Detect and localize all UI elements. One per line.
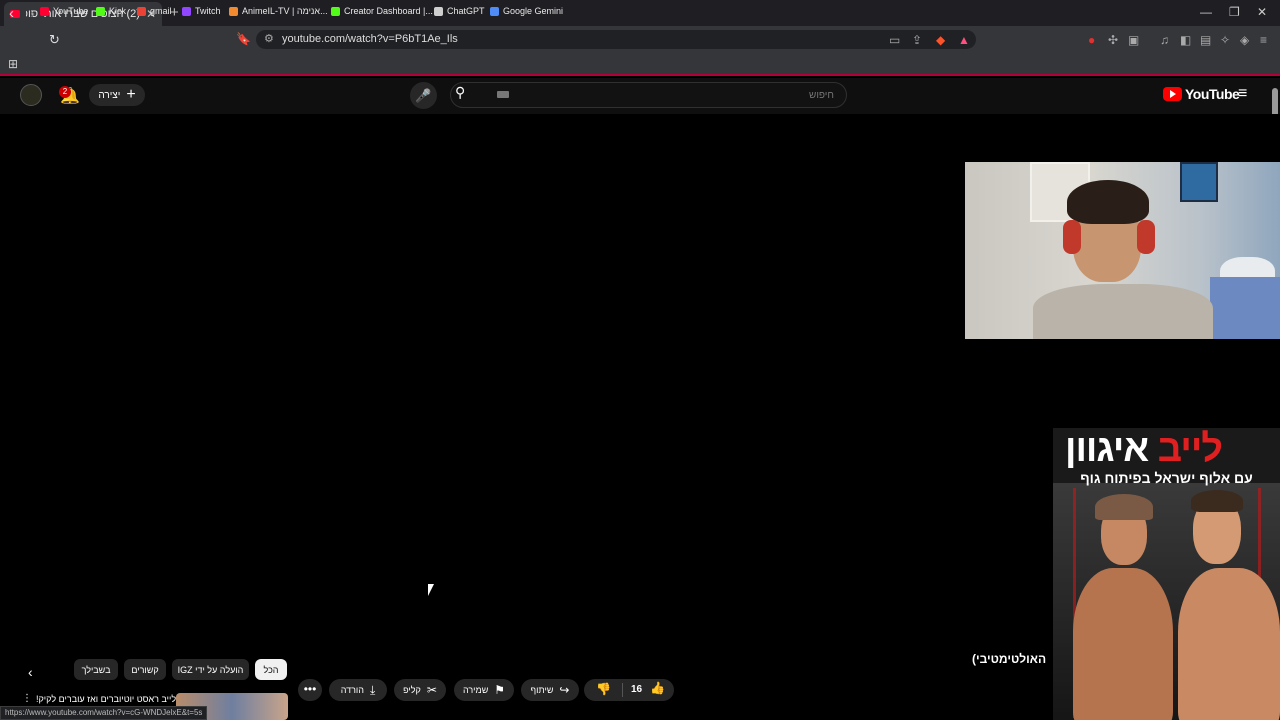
bookmark-creator-dashboard[interactable]: Creator Dashboard |...: [331, 6, 433, 16]
browser-menu-icon[interactable]: ≡: [1260, 33, 1267, 47]
brave-rewards-icon[interactable]: ▲: [958, 33, 970, 47]
window-close-icon[interactable]: ✕: [1257, 5, 1267, 19]
bookmark-kick[interactable]: Kick: [96, 6, 126, 16]
twitch-icon: [182, 6, 191, 16]
like-divider: [622, 683, 623, 697]
like-count[interactable]: 16: [631, 684, 642, 695]
keyboard-icon[interactable]: [497, 91, 509, 98]
create-label: יצירה: [98, 89, 121, 101]
bookmark-gmail[interactable]: gmail: [137, 6, 172, 16]
address-bar[interactable]: ⚙ youtube.com/watch?v=P6bT1Ae_Ils: [256, 30, 976, 49]
voice-search-icon[interactable]: 🎤: [410, 82, 437, 109]
search-input[interactable]: [490, 86, 840, 104]
youtube-icon: [40, 6, 49, 16]
create-button[interactable]: יצירה +: [89, 84, 145, 106]
ad-subtitle: עם אלוף ישראל בפיתוח גוף: [1080, 470, 1253, 486]
side-panel-icon[interactable]: ◧: [1180, 33, 1191, 47]
reload-icon[interactable]: ↻: [49, 32, 60, 48]
chip-for-you[interactable]: בשבילך: [74, 659, 118, 680]
bookmark-label: ChatGPT: [447, 6, 485, 16]
scissors-icon: ✂: [426, 683, 437, 697]
wallet-icon[interactable]: ▤: [1200, 33, 1211, 47]
clip-button[interactable]: קליפ ✂: [394, 679, 446, 701]
bookmark-label: Google Gemini: [503, 6, 564, 16]
youtube-logo[interactable]: YouTube: [1163, 86, 1240, 102]
clip-label: קליפ: [403, 685, 421, 695]
video-title: האולטימטיבי): [972, 652, 1047, 666]
kick-icon: [96, 6, 105, 16]
bookmark-label: Kick: [109, 6, 127, 16]
share-button[interactable]: שיתוף ↪: [521, 679, 579, 701]
bookmark-label: AnimeIL-TV | אנימה...: [242, 6, 328, 16]
media-icon[interactable]: ♫: [1160, 33, 1169, 47]
guide-menu-icon[interactable]: ≡: [1238, 85, 1247, 103]
brave-shields-icon[interactable]: ◆: [936, 33, 945, 47]
avatar[interactable]: [20, 84, 42, 106]
restore-icon[interactable]: ❐: [1229, 5, 1240, 19]
save-bookmark-icon: ⚑: [494, 683, 506, 697]
youtube-play-icon: [1163, 87, 1182, 101]
save-label: שמירה: [462, 685, 489, 695]
kick-creator-icon: [331, 6, 340, 16]
gmail-icon: [137, 6, 146, 16]
search-icon[interactable]: ⚲: [455, 84, 465, 101]
bookmark-label: gmail: [150, 6, 172, 16]
bookmark-twitch[interactable]: Twitch: [182, 6, 221, 16]
bookmark-label: Twitch: [195, 6, 221, 16]
download-label: הורדה: [340, 685, 364, 695]
download-button[interactable]: הורדה ⤓: [329, 679, 387, 701]
logo-text: YouTube: [1185, 86, 1240, 102]
download-icon: ⤓: [369, 682, 376, 697]
plus-icon: +: [126, 86, 136, 103]
webcam-overlay: [965, 162, 1280, 339]
more-actions-button[interactable]: •••: [298, 679, 322, 701]
ad-title: לייב איגוון: [1065, 428, 1223, 470]
chip-all[interactable]: הכל: [255, 659, 287, 680]
bookmark-icon[interactable]: 🔖: [236, 32, 251, 46]
url-text: youtube.com/watch?v=P6bT1Ae_Ils: [282, 33, 458, 45]
bookmark-gemini[interactable]: Google Gemini: [490, 6, 563, 16]
dislike-icon[interactable]: 👎: [596, 682, 611, 696]
bookmark-label: YouTube: [53, 6, 89, 16]
ad-banner[interactable]: לייב איגוון עם אלוף ישראל בפיתוח גוף: [1053, 428, 1280, 720]
bookmarks-bar: [0, 52, 1280, 76]
animeil-icon: [229, 6, 238, 16]
chips-prev-icon[interactable]: ‹: [28, 664, 33, 680]
save-button[interactable]: שמירה ⚑: [454, 679, 514, 701]
cast-icon[interactable]: ▭: [889, 33, 900, 47]
extension-record-icon[interactable]: ●: [1088, 33, 1095, 47]
share-arrow-icon: ↪: [559, 683, 570, 697]
share-page-icon[interactable]: ⇪: [912, 33, 922, 47]
leo-ai-icon[interactable]: ✧: [1220, 33, 1230, 47]
vpn-icon[interactable]: ◈: [1240, 33, 1249, 47]
chip-uploaded-by[interactable]: הועלה על ידי IGZ: [172, 659, 249, 680]
minimize-icon[interactable]: —: [1200, 5, 1212, 19]
back-icon[interactable]: ‹: [9, 5, 14, 22]
reco-menu-icon[interactable]: ⋮: [22, 693, 32, 704]
notification-count-badge: 2: [59, 86, 71, 98]
status-bar-url: https://www.youtube.com/watch?v=cG-WNDJe…: [0, 706, 208, 720]
bookmark-label: Creator Dashboard |...: [344, 6, 433, 16]
share-label: שיתוף: [530, 685, 554, 695]
gemini-icon: [490, 6, 499, 16]
site-info-icon[interactable]: ⚙: [264, 30, 274, 49]
like-icon[interactable]: 👍: [650, 681, 665, 695]
mouse-cursor-icon: [428, 584, 434, 596]
extensions-icon[interactable]: ✣: [1108, 33, 1118, 47]
chip-related[interactable]: קשורים: [124, 659, 166, 680]
bookmark-youtube[interactable]: YouTube: [40, 6, 88, 16]
forward-icon[interactable]: ›: [30, 5, 35, 22]
bookmark-chatgpt[interactable]: ChatGPT: [434, 6, 485, 16]
apps-grid-icon[interactable]: ⊞: [8, 57, 18, 71]
chatgpt-icon: [434, 6, 443, 16]
reco-title[interactable]: לייב ראסט יוטיוברים ואז עוברים לקיק!: [36, 694, 176, 704]
bookmark-animeil[interactable]: AnimeIL-TV | אנימה...: [229, 6, 328, 16]
sidebar-panel-icon[interactable]: ▣: [1128, 33, 1139, 47]
